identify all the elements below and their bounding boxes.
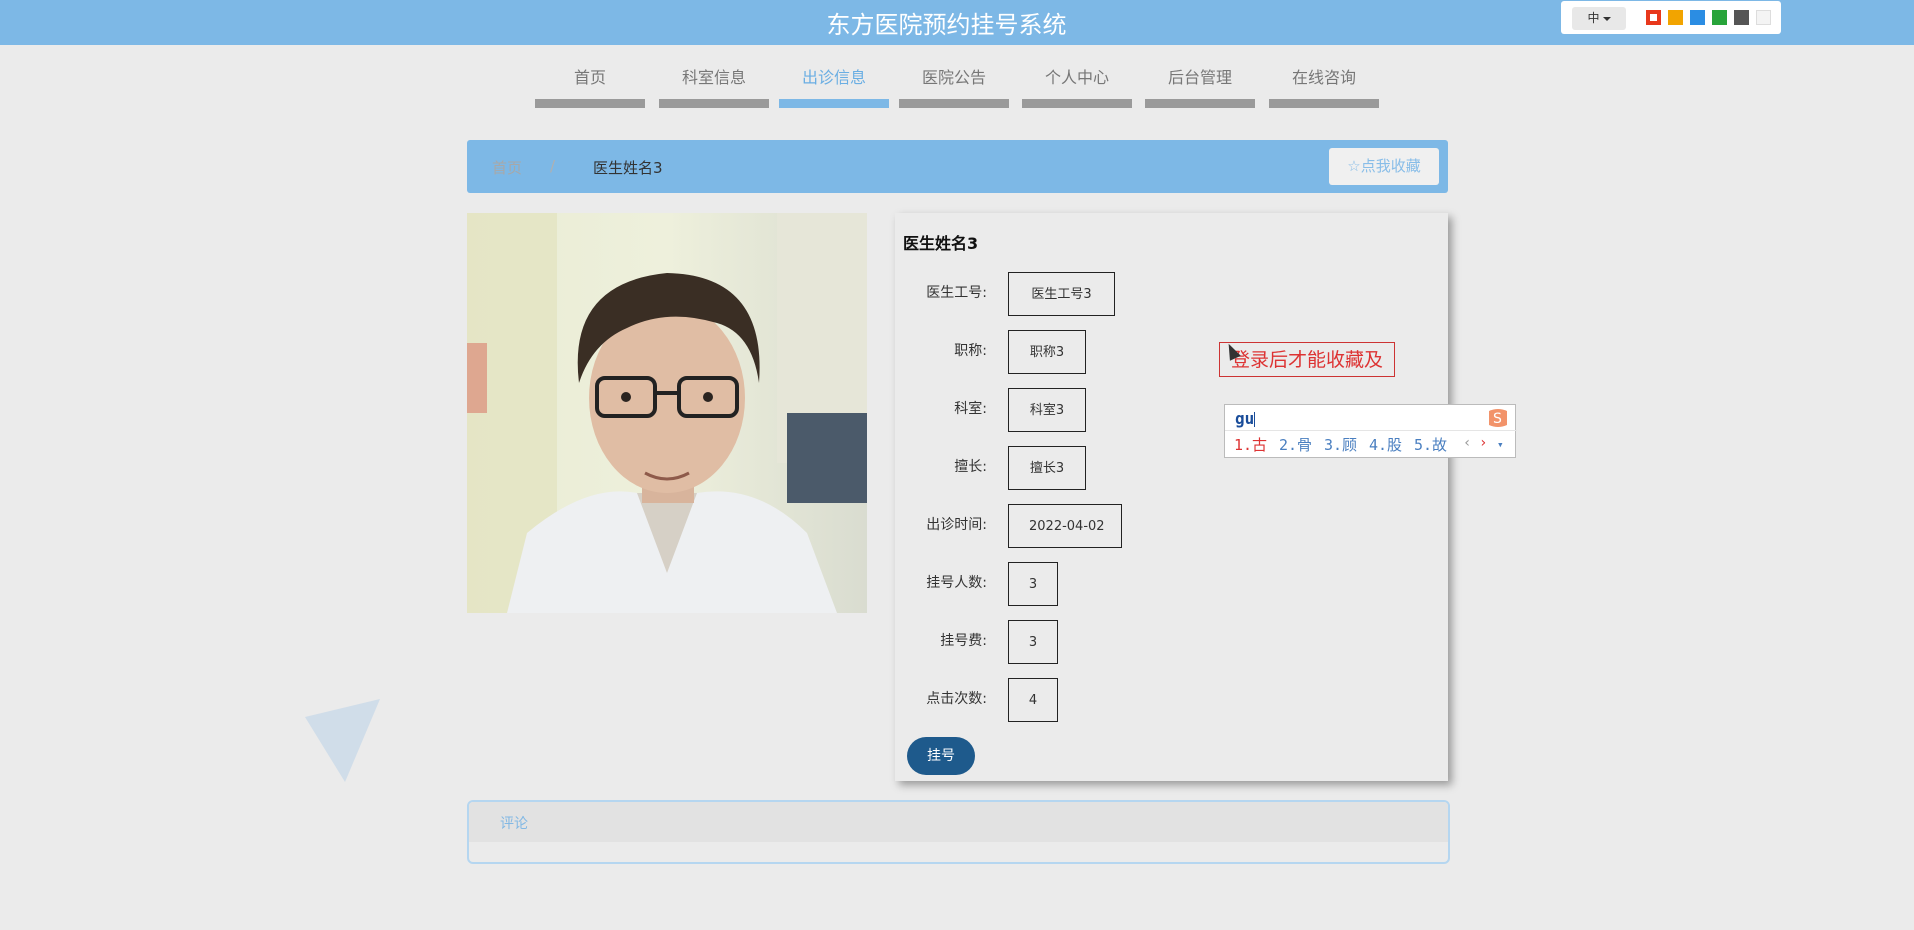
nav-item-admin[interactable]: 后台管理 <box>1145 68 1255 108</box>
nav-underline <box>535 99 645 108</box>
breadcrumb: 首页 / 医生姓名3 ☆点我收藏 <box>467 140 1448 193</box>
field-label-department: 科室: <box>954 401 987 417</box>
nav-underline <box>1022 99 1132 108</box>
field-label-visit-time: 出诊时间: <box>926 517 987 533</box>
text-caret <box>1254 412 1256 427</box>
comment-title: 评论 <box>500 816 528 832</box>
decorative-triangle <box>305 699 380 782</box>
field-value-specialty: 擅长3 <box>1008 446 1086 490</box>
theme-language-panel: 中 <box>1561 1 1781 34</box>
login-hint-toast: 登录后才能收藏及 <box>1219 342 1395 377</box>
header-bar: 东方医院预约挂号系统 中 <box>0 0 1914 45</box>
breadcrumb-home-link[interactable]: 首页 <box>492 157 522 178</box>
ime-divider <box>1225 430 1517 431</box>
doctor-name: 医生姓名3 <box>903 234 979 253</box>
nav-item-profile[interactable]: 个人中心 <box>1022 68 1132 108</box>
ime-composition: gu <box>1235 409 1255 428</box>
ime-candidate[interactable]: 3.顾 <box>1324 434 1357 455</box>
nav-item-departments[interactable]: 科室信息 <box>659 68 769 108</box>
breadcrumb-current: 医生姓名3 <box>593 159 663 177</box>
comment-section: 评论 <box>467 800 1450 864</box>
ime-candidate[interactable]: 4.股 <box>1369 434 1402 455</box>
nav-item-home[interactable]: 首页 <box>535 68 645 108</box>
sogou-logo-icon: S <box>1489 409 1507 427</box>
ime-candidate[interactable]: 2.骨 <box>1279 434 1312 455</box>
field-value-title: 职称3 <box>1008 330 1086 374</box>
field-value-visit-time: 2022-04-02 <box>1008 504 1122 548</box>
favorite-button-label: 点我收藏 <box>1360 157 1421 175</box>
ime-candidate-window: gu S 1.古 2.骨 3.顾 4.股 5.故 ‹ › ▾ <box>1224 404 1517 458</box>
register-button[interactable]: 挂号 <box>907 737 975 775</box>
nav-underline <box>659 99 769 108</box>
caret-down-icon <box>1602 16 1611 21</box>
ime-candidate[interactable]: 1.古 <box>1234 434 1267 455</box>
field-label-specialty: 擅长: <box>954 459 987 475</box>
theme-swatch-green[interactable] <box>1712 10 1727 25</box>
field-value-fee: 3 <box>1008 620 1058 664</box>
favorite-button[interactable]: ☆点我收藏 <box>1329 148 1439 185</box>
nav-item-consult[interactable]: 在线咨询 <box>1269 68 1379 108</box>
nav-underline <box>899 99 1009 108</box>
language-label: 中 <box>1587 11 1600 25</box>
nav-item-schedule[interactable]: 出诊信息 <box>779 68 889 108</box>
field-label-clicks: 点击次数: <box>926 691 987 707</box>
ime-candidate[interactable]: 5.故 <box>1414 434 1447 455</box>
nav-underline <box>1269 99 1379 108</box>
theme-swatch-orange[interactable] <box>1668 10 1683 25</box>
field-label-fee: 挂号费: <box>940 633 987 649</box>
field-label-registered-count: 挂号人数: <box>926 575 987 591</box>
field-label-title: 职称: <box>954 343 987 359</box>
nav-label: 后台管理 <box>1167 68 1232 87</box>
doctor-detail-panel: 医生姓名3 医生工号: 医生工号3 职称: 职称3 科室: 科室3 擅长: 擅长… <box>895 213 1448 781</box>
nav-underline <box>1145 99 1255 108</box>
theme-swatch-red[interactable] <box>1646 10 1661 25</box>
field-value-id: 医生工号3 <box>1008 272 1115 316</box>
language-dropdown[interactable]: 中 <box>1572 7 1626 30</box>
nav-label: 首页 <box>573 68 606 87</box>
field-value-clicks: 4 <box>1008 678 1058 722</box>
star-icon: ☆ <box>1347 157 1361 175</box>
chevron-left-icon[interactable]: ‹ <box>1463 435 1471 451</box>
chevron-right-icon[interactable]: › <box>1479 435 1487 451</box>
nav-label: 在线咨询 <box>1291 68 1356 87</box>
nav-label: 个人中心 <box>1044 68 1109 87</box>
doctor-photo <box>467 213 867 613</box>
field-label-id: 医生工号: <box>926 285 987 301</box>
nav-label: 医院公告 <box>921 68 986 87</box>
ime-input-text: gu <box>1235 409 1256 428</box>
field-value-registered-count: 3 <box>1008 562 1058 606</box>
field-value-department: 科室3 <box>1008 388 1086 432</box>
chevron-down-icon[interactable]: ▾ <box>1497 438 1504 451</box>
theme-swatch-dark[interactable] <box>1734 10 1749 25</box>
breadcrumb-separator: / <box>550 157 556 175</box>
nav-label: 科室信息 <box>681 68 746 87</box>
svg-text:S: S <box>1493 411 1502 427</box>
nav-label: 出诊信息 <box>801 68 866 87</box>
theme-swatch-light[interactable] <box>1756 10 1771 25</box>
nav-underline <box>779 99 889 108</box>
theme-swatch-blue[interactable] <box>1690 10 1705 25</box>
nav-item-announcements[interactable]: 医院公告 <box>899 68 1009 108</box>
comment-header: 评论 <box>469 802 1448 842</box>
